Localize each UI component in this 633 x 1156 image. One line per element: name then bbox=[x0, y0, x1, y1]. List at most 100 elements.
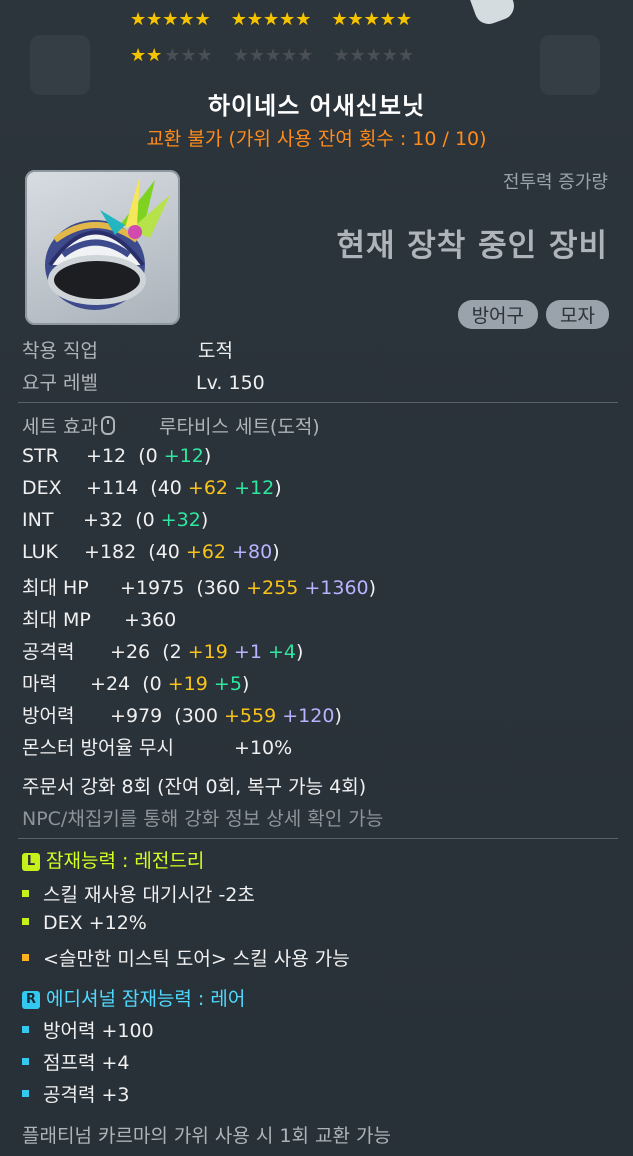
divider bbox=[18, 402, 618, 403]
stat-base: (0 bbox=[142, 673, 162, 695]
stat-flame-bonus: +62 bbox=[187, 477, 229, 499]
star-group: ★★★★★ bbox=[232, 45, 314, 66]
stat-total: +979 bbox=[110, 705, 163, 727]
potential-text: <슬만한 미스틱 도어> 스킬 사용 가능 bbox=[43, 948, 350, 970]
stat-label: STR bbox=[22, 445, 59, 467]
stat-close: ) bbox=[296, 641, 304, 663]
stat-label: INT bbox=[22, 509, 54, 531]
star-force-row-1: ★★★★★ ★★★★★ ★★★★★ bbox=[130, 10, 412, 30]
stat-label: LUK bbox=[22, 541, 59, 563]
stat-total: +12 bbox=[86, 445, 127, 467]
stat-luk: LUK +182 (40 +62 +80) bbox=[22, 541, 280, 563]
bullet-icon bbox=[22, 1090, 29, 1097]
potential-text: 스킬 재사용 대기시간 -2초 bbox=[43, 884, 255, 906]
stat-label: 공격력 bbox=[22, 641, 75, 663]
stat-total: +32 bbox=[83, 509, 124, 531]
stat-close: ) bbox=[241, 673, 250, 695]
bullet-icon bbox=[22, 954, 29, 961]
stat-scroll-bonus: +12 bbox=[234, 477, 275, 499]
stat-int: INT +32 (0 +32) bbox=[22, 509, 208, 531]
stat-base: (0 bbox=[138, 445, 158, 467]
star-force-row-2: ★★ ★★★ ★★★★★ ★★★★★ bbox=[130, 46, 414, 66]
potential-line: DEX +12% bbox=[22, 912, 147, 934]
stat-label: 최대 MP bbox=[22, 609, 91, 631]
additional-text: 공격력 +3 bbox=[43, 1084, 130, 1106]
stat-label: 최대 HP bbox=[22, 577, 89, 599]
additional-line: 점프력 +4 bbox=[22, 1048, 130, 1075]
stat-close: ) bbox=[203, 445, 212, 467]
additional-text: 방어력 +100 bbox=[43, 1020, 154, 1042]
set-value: 루타비스 세트(도적) bbox=[159, 416, 320, 438]
stat-magic: 마력 +24 (0 +19 +5) bbox=[22, 669, 249, 696]
equipped-label: 현재 장착 중인 장비 bbox=[336, 228, 608, 264]
stat-flame-bonus: +559 bbox=[224, 705, 277, 727]
additional-line: 방어력 +100 bbox=[22, 1016, 154, 1043]
item-icon-frame bbox=[25, 170, 180, 325]
stat-total: +26 bbox=[110, 641, 151, 663]
level-label: 요구 레벨 bbox=[22, 372, 98, 394]
stat-base: (2 bbox=[162, 641, 182, 663]
potential-header: L 잠재능력 : 레전드리 bbox=[22, 846, 204, 873]
item-name: 하이네스 어새신보닛 bbox=[207, 92, 426, 120]
stat-scroll-bonus: +5 bbox=[213, 673, 242, 695]
potential-text: DEX +12% bbox=[43, 912, 147, 934]
helmet-icon bbox=[45, 175, 170, 310]
stat-base: (40 bbox=[150, 477, 182, 499]
power-change-label: 전투력 증가량 bbox=[502, 172, 608, 193]
stat-attack: 공격력 +26 (2 +19 +1 +4) bbox=[22, 637, 303, 664]
job-row: 착용 직업 도적 bbox=[22, 336, 233, 363]
star-group: ★★★★★ bbox=[333, 45, 415, 66]
stat-flame-bonus: +255 bbox=[246, 577, 299, 599]
stat-starforce-bonus: +1 bbox=[233, 641, 262, 663]
stat-dex: DEX +114 (40 +62 +12) bbox=[22, 477, 282, 499]
bullet-icon bbox=[22, 890, 29, 897]
stat-total: +24 bbox=[90, 673, 131, 695]
stat-close: ) bbox=[368, 577, 377, 599]
stat-mp: 최대 MP +360 bbox=[22, 605, 176, 632]
stat-scroll-bonus: +32 bbox=[160, 509, 201, 531]
stat-str: STR +12 (0 +12) bbox=[22, 445, 211, 467]
stat-base: (0 bbox=[135, 509, 155, 531]
stat-scroll-bonus: +4 bbox=[267, 641, 296, 663]
footer-note: 플래티넘 카르마의 가위 사용 시 1회 교환 가능 bbox=[22, 1125, 392, 1147]
stat-hp: 최대 HP +1975 (360 +255 +1360) bbox=[22, 573, 376, 600]
job-label: 착용 직업 bbox=[22, 340, 98, 362]
star-group: ★★★★★ bbox=[130, 45, 213, 66]
stat-defense: 방어력 +979 (300 +559 +120) bbox=[22, 701, 342, 728]
stat-base: (40 bbox=[148, 541, 180, 563]
stat-close: ) bbox=[334, 705, 342, 727]
stat-label: 마력 bbox=[22, 673, 57, 695]
mouse-icon bbox=[100, 416, 115, 435]
legendary-badge: L bbox=[22, 853, 40, 871]
stat-total: +10% bbox=[234, 737, 293, 759]
star-group: ★★★★★ bbox=[331, 9, 413, 30]
additional-line: 공격력 +3 bbox=[22, 1080, 130, 1107]
npc-note: NPC/채집키를 통해 강화 정보 상세 확인 가능 bbox=[22, 808, 384, 830]
stat-base: (360 bbox=[196, 577, 241, 599]
stat-flame-bonus: +62 bbox=[185, 541, 227, 563]
stat-total: +1975 bbox=[120, 577, 185, 599]
stat-total: +360 bbox=[124, 609, 177, 631]
bullet-icon bbox=[22, 918, 29, 925]
trade-note: 교환 불가 (가위 사용 잔여 횟수 : 10 / 10) bbox=[146, 128, 487, 150]
stat-starforce-bonus: +120 bbox=[282, 705, 335, 727]
stat-close: ) bbox=[272, 541, 280, 563]
stat-starforce-bonus: +1360 bbox=[304, 577, 369, 599]
stat-total: +114 bbox=[86, 477, 139, 499]
stat-label: DEX bbox=[22, 477, 62, 499]
set-label: 세트 효과 bbox=[22, 416, 98, 438]
stat-total: +182 bbox=[84, 541, 137, 563]
bullet-icon bbox=[22, 1026, 29, 1033]
star-group: ★★★★★ bbox=[230, 9, 312, 30]
item-tags: 방어구 모자 bbox=[457, 300, 609, 329]
job-value: 도적 bbox=[198, 340, 234, 362]
stat-starforce-bonus: +80 bbox=[232, 541, 273, 563]
tag-armor: 방어구 bbox=[457, 300, 539, 329]
bullet-icon bbox=[22, 1058, 29, 1065]
rare-badge: R bbox=[22, 991, 40, 1009]
potential-line: 스킬 재사용 대기시간 -2초 bbox=[22, 880, 255, 907]
divider bbox=[18, 838, 618, 839]
potential-title: 잠재능력 : 레전드리 bbox=[46, 850, 205, 872]
set-row: 세트 효과 루타비스 세트(도적) bbox=[22, 412, 320, 439]
stat-scroll-bonus: +12 bbox=[163, 445, 204, 467]
